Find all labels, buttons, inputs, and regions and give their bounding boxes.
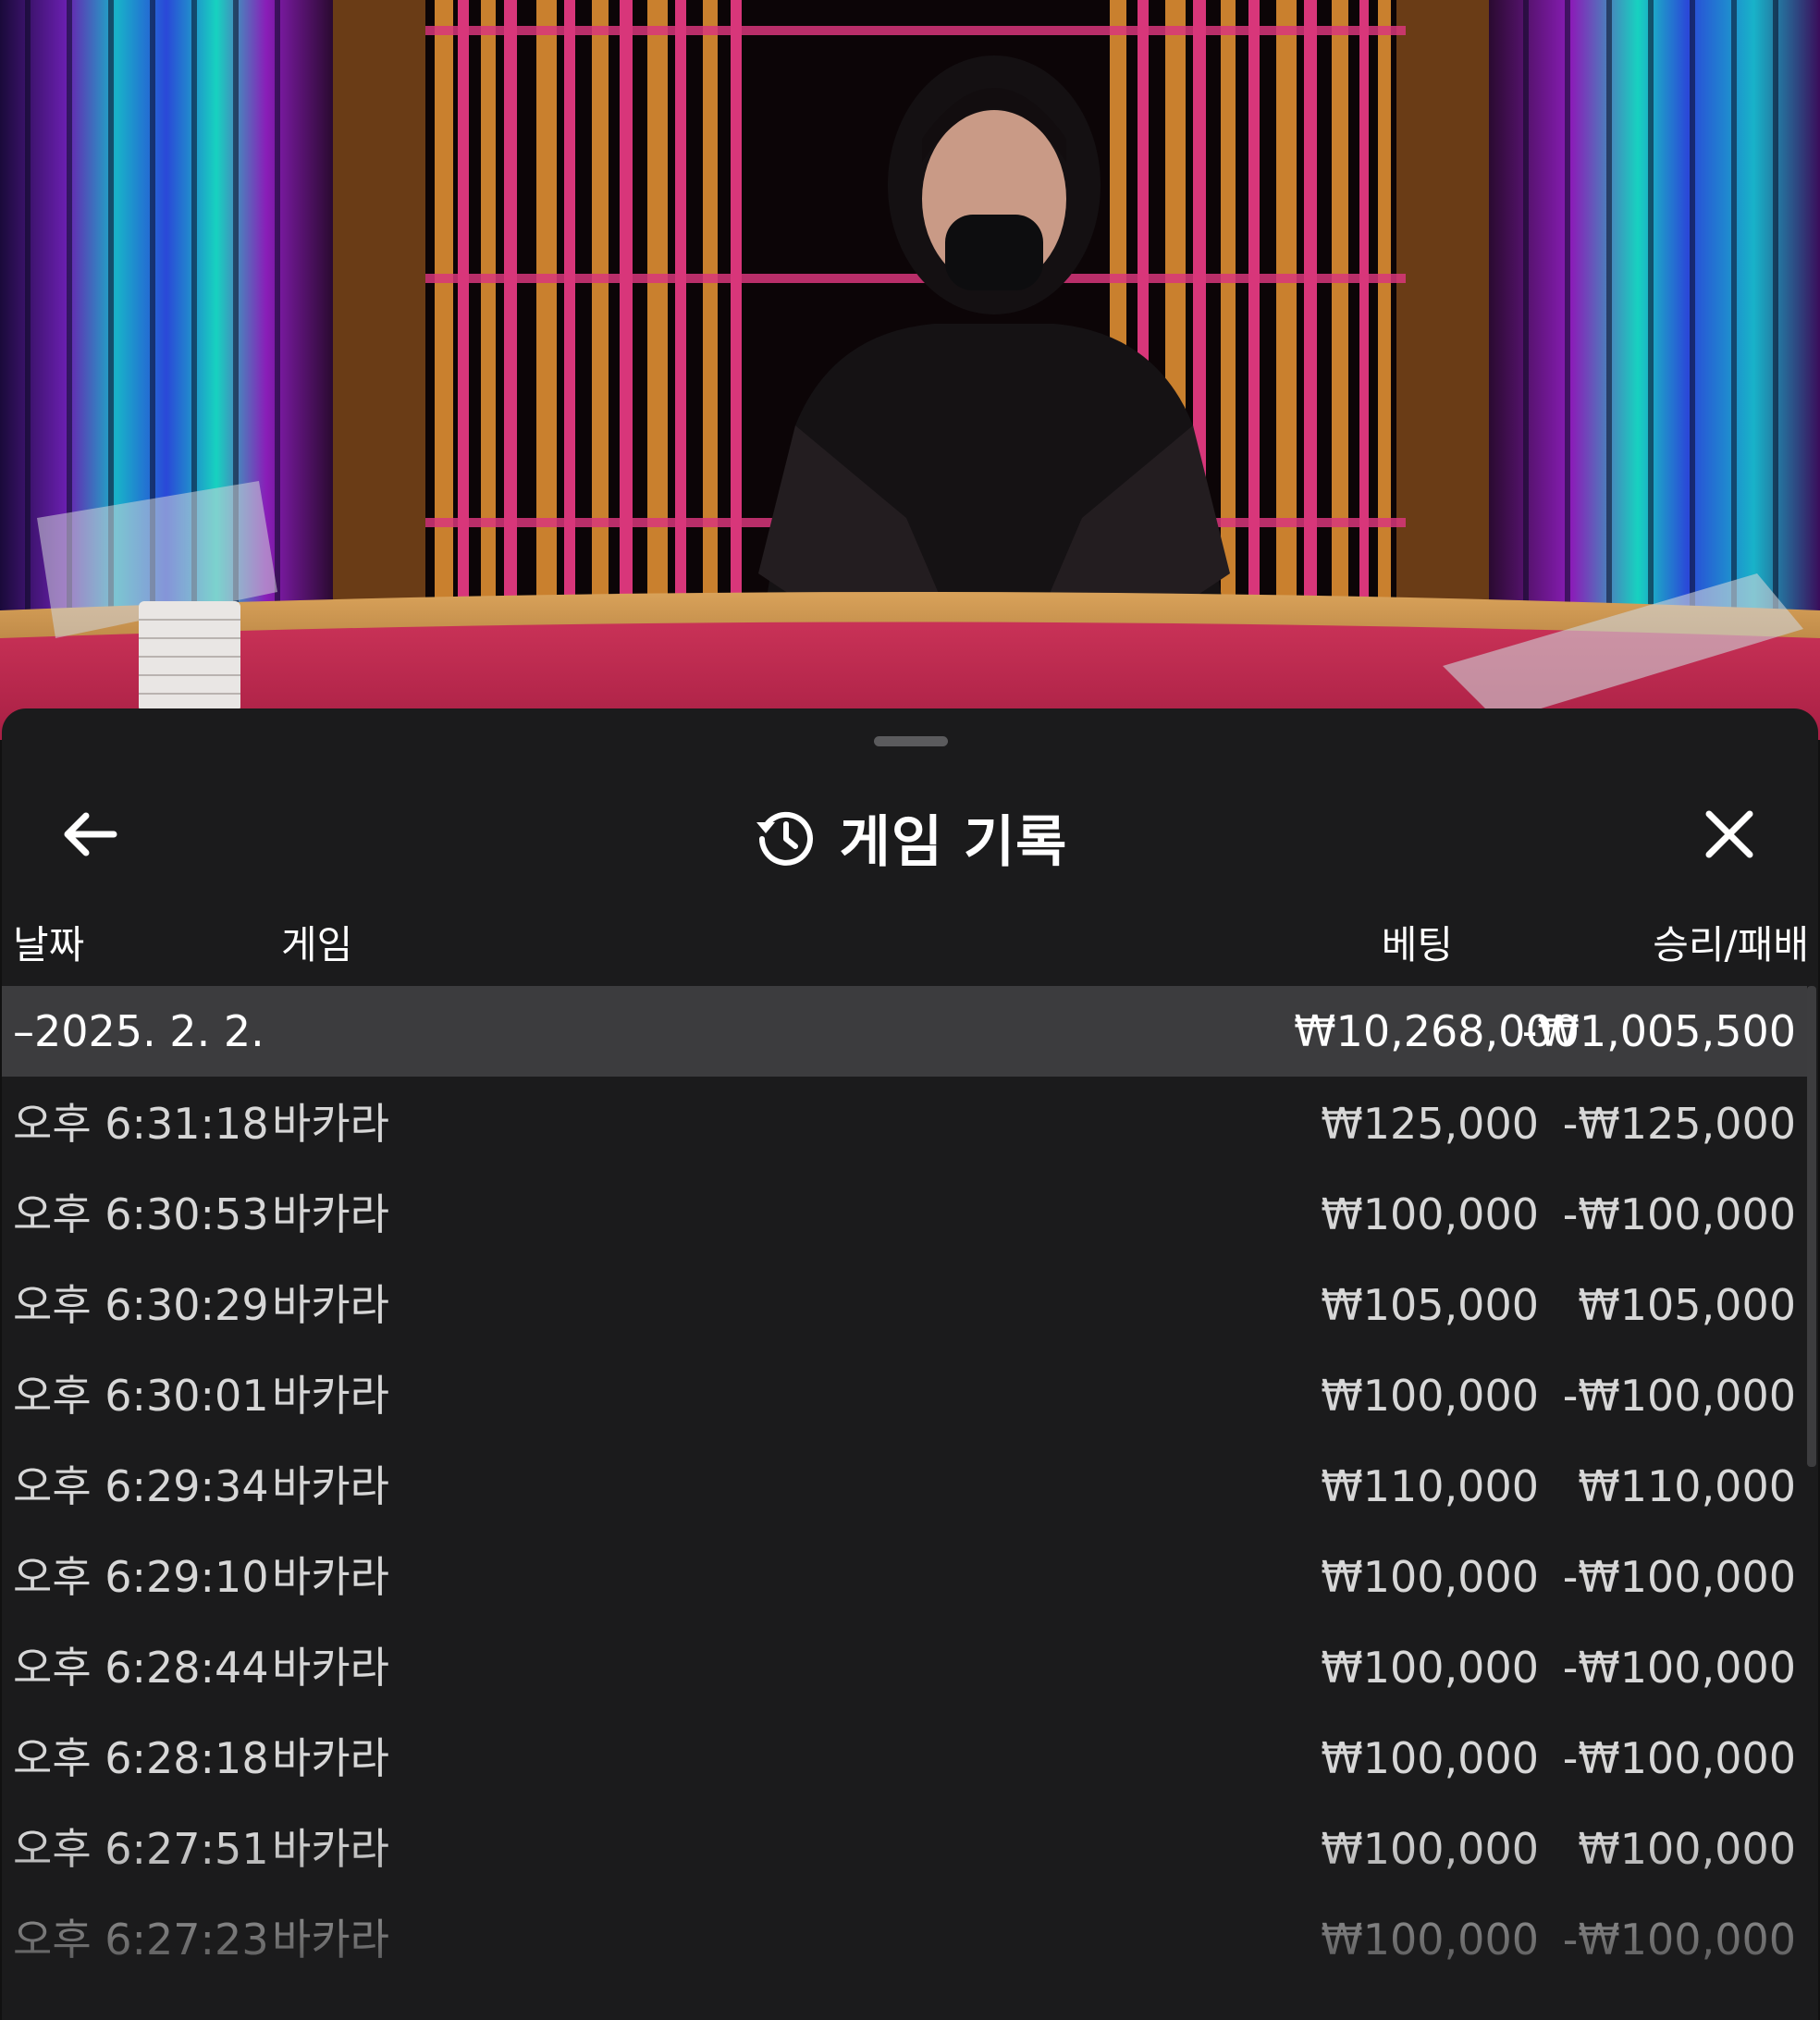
row-game: 바카라 xyxy=(272,1733,389,1783)
group-win-loss-total: -₩1,005,500 xyxy=(1521,1006,1796,1056)
table-row[interactable]: 오후 6:27:23 바카라 ₩100,000 -₩100,000 xyxy=(2,1894,1807,1985)
row-win-loss: ₩110,000 xyxy=(1578,1461,1796,1511)
row-time: 오후 6:29:10 xyxy=(13,1552,269,1602)
row-game: 바카라 xyxy=(272,1189,389,1239)
row-time: 오후 6:30:29 xyxy=(13,1280,269,1330)
table-row[interactable]: 오후 6:29:10 바카라 ₩100,000 -₩100,000 xyxy=(2,1532,1807,1622)
sheet-title-group: 게임 기록 xyxy=(2,795,1818,879)
row-bet: ₩105,000 xyxy=(1321,1280,1539,1330)
game-history-sheet: 게임 기록 날짜 게임 베팅 승리/패배 –2025. 2. 2. ₩10,26… xyxy=(2,708,1818,2020)
row-time: 오후 6:27:51 xyxy=(13,1824,269,1874)
row-game: 바카라 xyxy=(272,1099,389,1149)
column-header-game[interactable]: 게임 xyxy=(281,908,352,982)
row-win-loss: -₩100,000 xyxy=(1562,1189,1796,1239)
row-bet: ₩100,000 xyxy=(1321,1371,1539,1421)
row-bet: ₩100,000 xyxy=(1321,1824,1539,1874)
row-game: 바카라 xyxy=(272,1824,389,1874)
row-game: 바카라 xyxy=(272,1915,389,1965)
row-time: 오후 6:28:18 xyxy=(13,1733,269,1783)
table-row[interactable]: 오후 6:27:51 바카라 ₩100,000 ₩100,000 xyxy=(2,1804,1807,1894)
sheet-header: 게임 기록 xyxy=(2,764,1818,903)
row-bet: ₩100,000 xyxy=(1321,1189,1539,1239)
row-game: 바카라 xyxy=(272,1280,389,1330)
live-dealer-video xyxy=(0,0,1820,740)
row-game: 바카라 xyxy=(272,1643,389,1693)
date-group-row[interactable]: –2025. 2. 2. ₩10,268,000 -₩1,005,500 xyxy=(2,986,1807,1077)
table-row[interactable]: 오후 6:31:18 바카라 ₩125,000 -₩125,000 xyxy=(2,1078,1807,1169)
close-icon xyxy=(1705,810,1753,858)
row-win-loss: ₩100,000 xyxy=(1578,1824,1796,1874)
row-time: 오후 6:28:44 xyxy=(13,1643,269,1693)
row-game: 바카라 xyxy=(272,1371,389,1421)
app-root: 게임 기록 날짜 게임 베팅 승리/패배 –2025. 2. 2. ₩10,26… xyxy=(0,0,1820,2020)
page-title: 게임 기록 xyxy=(839,809,1068,875)
table-row[interactable]: 오후 6:29:34 바카라 ₩110,000 ₩110,000 xyxy=(2,1441,1807,1532)
history-list: 오후 6:31:18 바카라 ₩125,000 -₩125,000 오후 6:3… xyxy=(2,1078,1807,2020)
table-row[interactable]: 오후 6:28:44 바카라 ₩100,000 -₩100,000 xyxy=(2,1622,1807,1713)
list-scrollbar[interactable] xyxy=(1807,986,1816,1467)
history-icon xyxy=(756,811,813,866)
row-bet: ₩100,000 xyxy=(1321,1915,1539,1965)
column-header-bet[interactable]: 베팅 xyxy=(1382,908,1453,982)
row-time: 오후 6:31:18 xyxy=(13,1099,269,1149)
table-row[interactable]: 오후 6:30:01 바카라 ₩100,000 -₩100,000 xyxy=(2,1350,1807,1441)
row-game: 바카라 xyxy=(272,1461,389,1511)
row-time: 오후 6:30:01 xyxy=(13,1371,269,1421)
row-win-loss: ₩105,000 xyxy=(1578,1280,1796,1330)
row-win-loss: -₩100,000 xyxy=(1562,1552,1796,1602)
group-date: –2025. 2. 2. xyxy=(13,1006,264,1056)
row-time: 오후 6:30:53 xyxy=(13,1189,269,1239)
table-row[interactable]: 오후 6:28:18 바카라 ₩100,000 -₩100,000 xyxy=(2,1713,1807,1804)
table-row[interactable]: 오후 6:30:53 바카라 ₩100,000 -₩100,000 xyxy=(2,1169,1807,1260)
row-win-loss: -₩100,000 xyxy=(1562,1371,1796,1421)
row-win-loss: -₩100,000 xyxy=(1562,1733,1796,1783)
column-header-win-loss[interactable]: 승리/패배 xyxy=(1653,908,1809,982)
row-bet: ₩100,000 xyxy=(1321,1733,1539,1783)
row-bet: ₩100,000 xyxy=(1321,1552,1539,1602)
row-win-loss: -₩125,000 xyxy=(1562,1099,1796,1149)
row-bet: ₩110,000 xyxy=(1321,1461,1539,1511)
row-time: 오후 6:27:23 xyxy=(13,1915,269,1965)
row-time: 오후 6:29:34 xyxy=(13,1461,269,1511)
row-win-loss: -₩100,000 xyxy=(1562,1643,1796,1693)
column-header-date[interactable]: 날짜 xyxy=(13,908,84,982)
row-bet: ₩100,000 xyxy=(1321,1643,1539,1693)
row-game: 바카라 xyxy=(272,1552,389,1602)
row-win-loss: -₩100,000 xyxy=(1562,1915,1796,1965)
table-row[interactable]: 오후 6:30:29 바카라 ₩105,000 ₩105,000 xyxy=(2,1260,1807,1350)
video-scene xyxy=(0,0,1820,740)
close-button[interactable] xyxy=(1692,797,1766,871)
sheet-drag-handle[interactable] xyxy=(874,736,948,746)
row-bet: ₩125,000 xyxy=(1321,1099,1539,1149)
